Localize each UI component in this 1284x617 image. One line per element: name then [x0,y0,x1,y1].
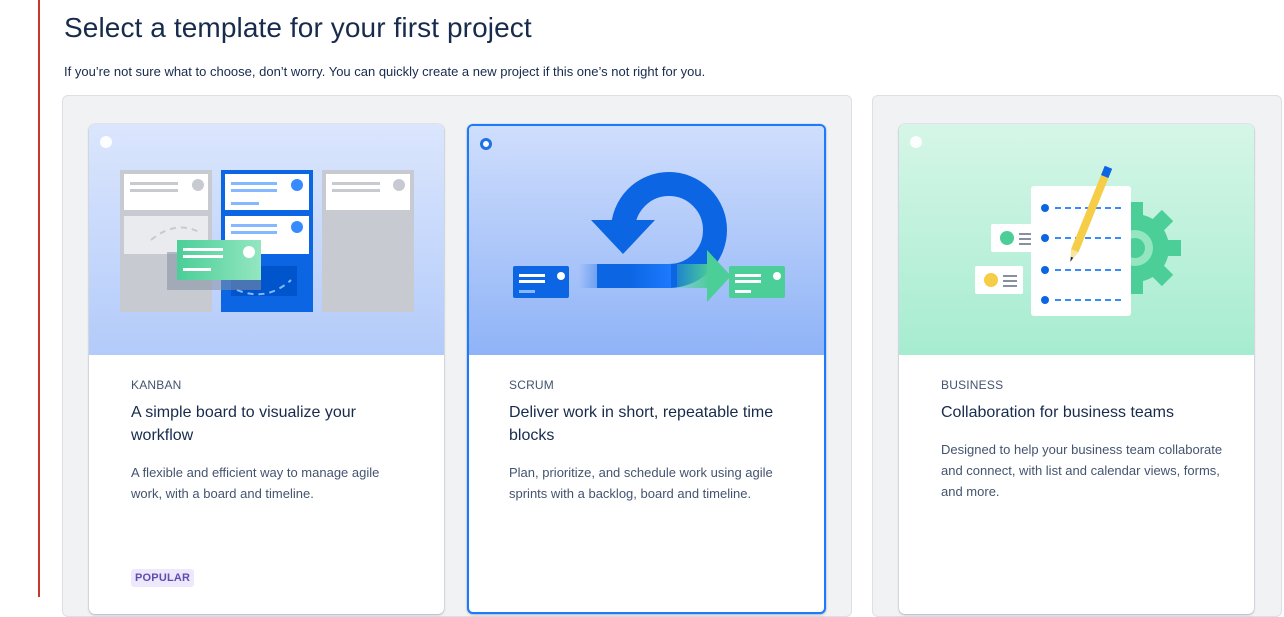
left-accent-rule [38,0,40,597]
sprint-cycle-icon [469,126,824,355]
template-eyebrow: BUSINESS [941,378,1004,392]
template-card-body: BUSINESS Collaboration for business team… [941,378,1224,502]
business-illustration [899,124,1254,355]
template-description: Plan, prioritize, and schedule work usin… [509,465,773,501]
template-description: A flexible and efficient way to manage a… [131,465,380,501]
scrum-illustration [469,126,824,355]
template-eyebrow: KANBAN [131,378,182,392]
template-radio-business[interactable] [910,136,922,148]
popular-badge: POPULAR [131,569,195,587]
template-radio-kanban[interactable] [100,136,112,148]
template-card-scrum[interactable]: SCRUM Deliver work in short, repeatable … [467,124,826,614]
template-radio-scrum[interactable] [480,138,492,150]
kanban-board-icon [89,124,444,355]
template-card-business[interactable]: BUSINESS Collaboration for business team… [899,124,1254,614]
template-heading: A simple board to visualize your workflo… [131,404,356,444]
kanban-illustration [89,124,444,355]
template-description: Designed to help your business team coll… [941,442,1223,499]
template-card-body: SCRUM Deliver work in short, repeatable … [509,378,794,504]
page-subtitle: If you’re not sure what to choose, don’t… [64,64,706,79]
template-card-kanban[interactable]: KANBAN A simple board to visualize your … [89,124,444,614]
page-title: Select a template for your first project [64,12,532,43]
template-heading: Deliver work in short, repeatable time b… [509,404,774,444]
template-eyebrow: SCRUM [509,378,554,392]
checklist-pencil-icon [899,124,1254,355]
template-heading: Collaboration for business teams [941,404,1175,421]
template-card-body: KANBAN A simple board to visualize your … [131,378,414,504]
